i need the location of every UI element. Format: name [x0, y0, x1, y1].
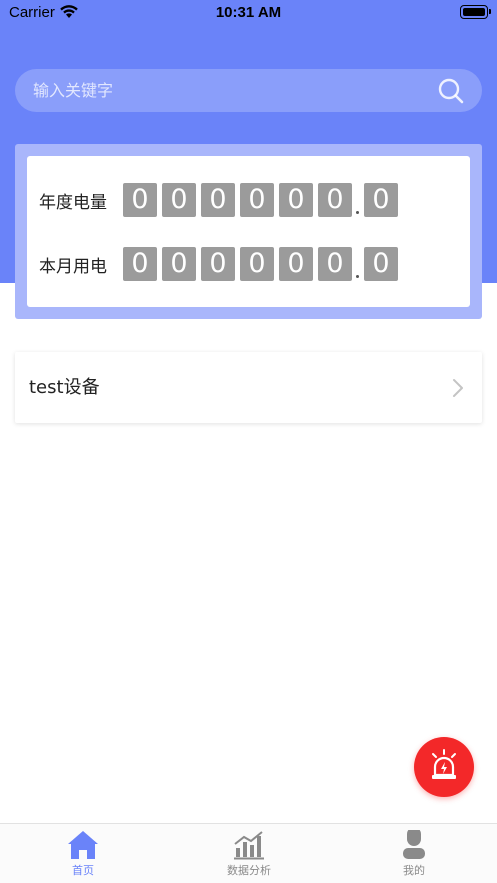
meter-digit: 0: [201, 183, 235, 217]
meter-digit: 0: [240, 183, 274, 217]
bar-chart-icon: [234, 831, 264, 860]
annual-meter-row: 年度电量 0 0 0 0 0 0 0: [39, 183, 403, 217]
tab-home-label: 首页: [72, 864, 94, 877]
meter-digit: 0: [162, 183, 196, 217]
tab-mine-label: 我的: [403, 864, 425, 877]
search-input[interactable]: [33, 69, 433, 112]
decimal-point: [354, 247, 362, 281]
monthly-meter-row: 本月用电 0 0 0 0 0 0 0: [39, 247, 403, 281]
chevron-right-icon: [453, 379, 463, 397]
meter-digit: 0: [162, 247, 196, 281]
search-icon[interactable]: [438, 78, 464, 104]
screen: Carrier 10:31 AM 年度电量 0 0 0 0 0 0 0 本月: [0, 0, 497, 883]
meter-digit: 0: [240, 247, 274, 281]
alarm-icon: [432, 749, 456, 779]
meter-digit: 0: [123, 183, 157, 217]
decimal-point: [354, 183, 362, 217]
tab-data-analysis-label: 数据分析: [227, 864, 271, 877]
meter-card: 年度电量 0 0 0 0 0 0 0 本月用电 0 0 0 0 0 0 0: [27, 156, 470, 307]
meter-digit: 0: [279, 183, 313, 217]
user-icon: [403, 830, 425, 859]
search-bar[interactable]: [15, 69, 482, 112]
device-list-item[interactable]: test设备: [15, 352, 482, 423]
clock: 10:31 AM: [215, 4, 282, 21]
tab-bar: 首页 数据分析 我的: [0, 823, 497, 883]
meter-decimal-digit: 0: [364, 183, 398, 217]
monthly-meter-label: 本月用电: [39, 256, 107, 277]
alarm-button[interactable]: [414, 737, 474, 797]
meter-digit: 0: [123, 247, 157, 281]
meter-digit: 0: [318, 247, 352, 281]
annual-meter-label: 年度电量: [39, 192, 107, 213]
meter-digit: 0: [318, 183, 352, 217]
tab-data-analysis[interactable]: 数据分析: [166, 824, 332, 883]
meter-digit: 0: [279, 247, 313, 281]
tab-mine[interactable]: 我的: [331, 824, 497, 883]
meter-digit: 0: [201, 247, 235, 281]
status-bar: Carrier 10:31 AM: [0, 0, 497, 26]
home-icon: [68, 831, 98, 859]
device-name: test设备: [29, 377, 100, 398]
battery-icon: [460, 5, 491, 19]
meter-decimal-digit: 0: [364, 247, 398, 281]
tab-home[interactable]: 首页: [0, 824, 166, 883]
